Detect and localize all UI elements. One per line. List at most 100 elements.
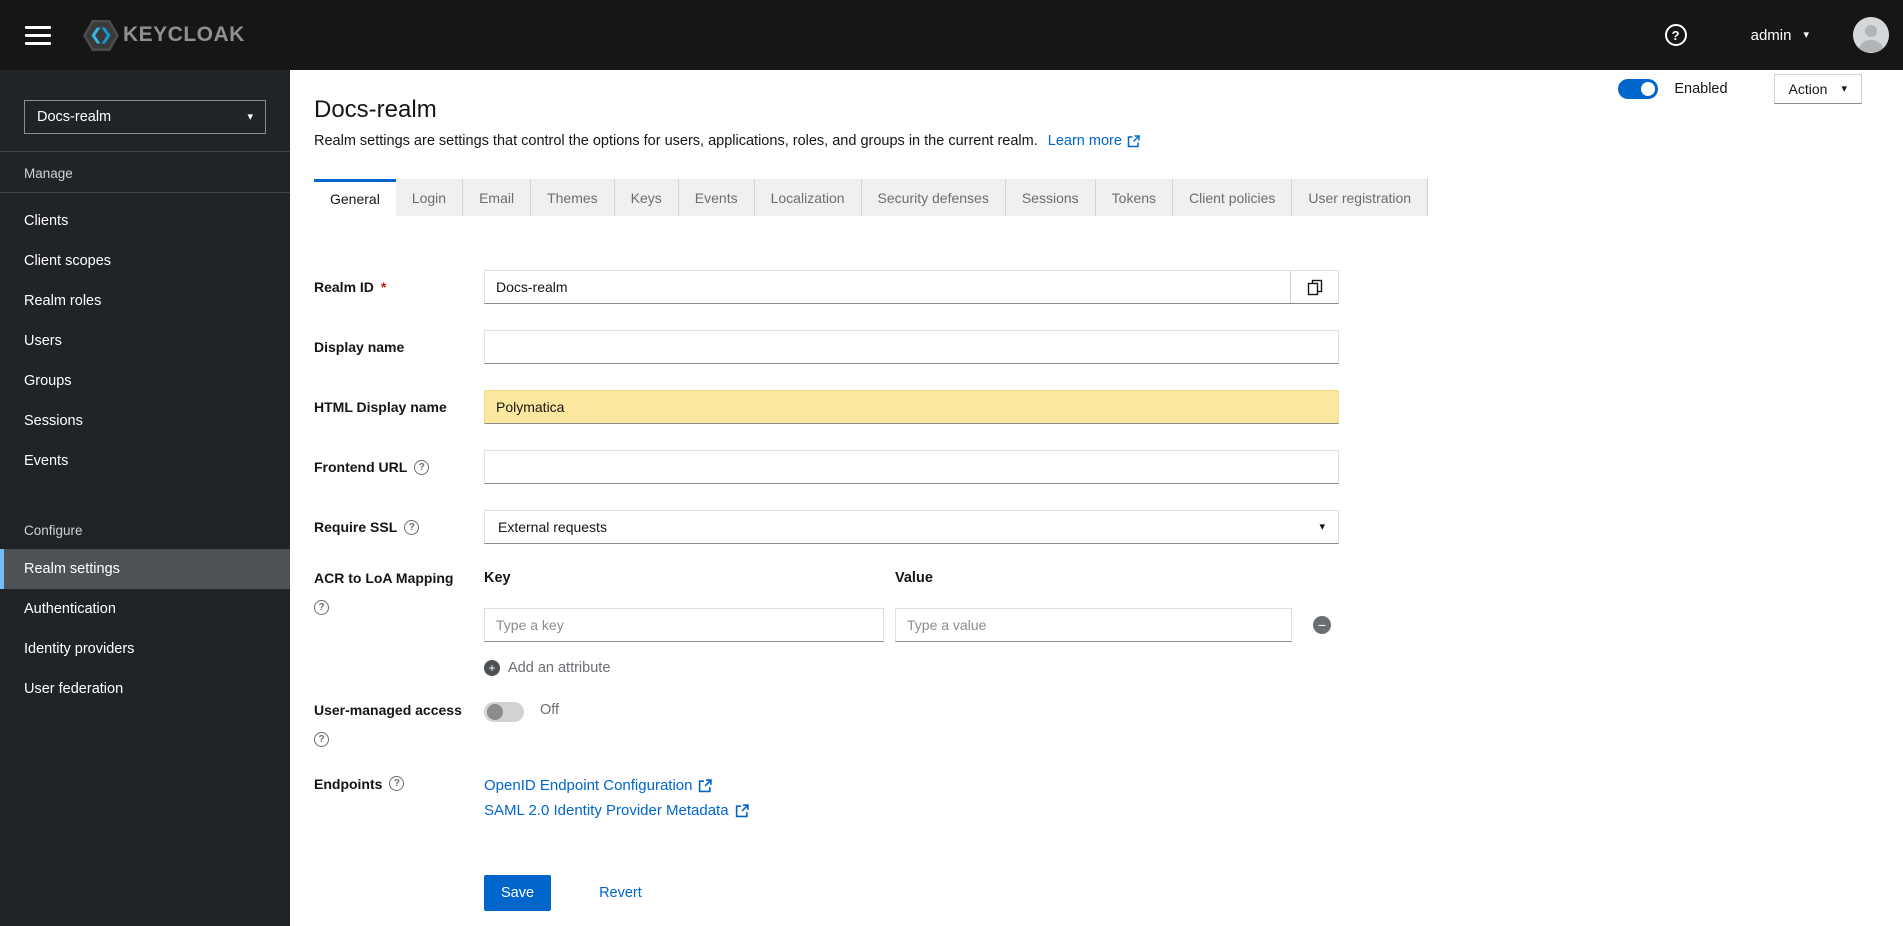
- display-name-label: Display name: [314, 339, 484, 355]
- require-ssl-label-text: Require SSL: [314, 519, 398, 535]
- nav-group-title-manage: Manage: [0, 152, 290, 193]
- required-asterisk: *: [380, 279, 387, 295]
- external-link-icon: [735, 803, 749, 818]
- require-ssl-selected-value: External requests: [498, 519, 607, 535]
- tab-themes[interactable]: Themes: [531, 179, 615, 216]
- copy-button[interactable]: [1290, 271, 1338, 303]
- help-icon[interactable]: ?: [314, 732, 329, 747]
- require-ssl-label: Require SSL ?: [314, 519, 484, 535]
- nav-group-manage: Manage Clients Client scopes Realm roles…: [0, 152, 290, 481]
- saml-link-label: SAML 2.0 Identity Provider Metadata: [484, 802, 729, 819]
- tab-localization[interactable]: Localization: [754, 179, 862, 216]
- key-column-header: Key: [484, 570, 511, 586]
- endpoints-label-text: Endpoints: [314, 776, 383, 792]
- nav-toggle-hamburger-icon[interactable]: [25, 25, 51, 45]
- tab-email[interactable]: Email: [463, 179, 532, 216]
- page-description: Realm settings are settings that control…: [314, 133, 1903, 149]
- html-display-name-label: HTML Display name: [314, 399, 484, 415]
- realm-id-row: Realm ID *: [314, 270, 1903, 304]
- tab-security-defenses[interactable]: Security defenses: [861, 179, 1006, 216]
- tab-bar: General Login Email Themes Keys Events L…: [314, 179, 1903, 216]
- revert-button[interactable]: Revert: [599, 885, 642, 901]
- nav-group-configure: Configure Realm settings Authentication …: [0, 509, 290, 709]
- html-display-name-input[interactable]: [484, 390, 1339, 424]
- sidebar-item-authentication[interactable]: Authentication: [0, 589, 290, 629]
- html-display-name-row: HTML Display name: [314, 390, 1903, 424]
- sidebar-item-user-federation[interactable]: User federation: [0, 669, 290, 709]
- description-text: Realm settings are settings that control…: [314, 133, 1038, 149]
- realm-id-label: Realm ID *: [314, 279, 484, 295]
- current-realm: Docs-realm: [37, 109, 112, 125]
- keycloak-logo-icon: [83, 19, 119, 51]
- caret-down-icon: ▾: [247, 110, 253, 123]
- user-menu-button[interactable]: admin ▾: [1745, 26, 1815, 45]
- caret-down-icon: ▾: [1803, 28, 1809, 41]
- toggle-state-label: Off: [540, 702, 560, 718]
- form-actions: Save Revert: [484, 875, 1903, 911]
- top-bar: KEYCLOAK ? admin ▾: [0, 0, 1903, 70]
- learn-more-label: Learn more: [1047, 133, 1122, 149]
- brand-name: KEYCLOAK: [123, 23, 245, 46]
- external-link-icon: [698, 778, 713, 793]
- require-ssl-row: Require SSL ? External requests ▾: [314, 510, 1903, 544]
- help-icon[interactable]: ?: [314, 600, 329, 615]
- help-icon[interactable]: ?: [404, 519, 420, 535]
- sidebar-item-groups[interactable]: Groups: [0, 361, 290, 401]
- user-managed-access-toggle[interactable]: [484, 702, 524, 722]
- add-attribute-label: Add an attribute: [508, 660, 611, 676]
- remove-attribute-button[interactable]: −: [1313, 616, 1331, 634]
- save-button[interactable]: Save: [484, 875, 552, 911]
- general-settings-form: Realm ID * Display name: [290, 216, 1903, 911]
- realm-id-input-group: [484, 270, 1339, 304]
- tab-tokens[interactable]: Tokens: [1095, 179, 1174, 216]
- realm-selector-dropdown[interactable]: Docs-realm ▾: [24, 100, 266, 134]
- action-dropdown-button[interactable]: Action ▾: [1773, 74, 1862, 104]
- openid-endpoint-configuration-link[interactable]: OpenID Endpoint Configuration: [484, 773, 749, 798]
- sidebar-item-realm-roles[interactable]: Realm roles: [0, 281, 290, 321]
- sidebar-item-realm-settings[interactable]: Realm settings: [0, 549, 290, 589]
- caret-down-icon: ▾: [1841, 82, 1847, 95]
- external-link-icon: [1127, 134, 1140, 148]
- sidebar-item-clients[interactable]: Clients: [0, 201, 290, 241]
- keycloak-logo: KEYCLOAK: [83, 19, 245, 51]
- acr-loa-mapping-row: ACR to LoA Mapping ? Key Value −: [314, 570, 1903, 676]
- tab-general[interactable]: General: [314, 179, 396, 216]
- key-input[interactable]: [484, 608, 884, 642]
- display-name-input[interactable]: [484, 330, 1339, 364]
- nav-group-title-configure: Configure: [24, 523, 83, 538]
- user-managed-access-label-text: User-managed access: [314, 702, 462, 718]
- tab-keys[interactable]: Keys: [614, 179, 679, 216]
- tab-client-policies[interactable]: Client policies: [1173, 179, 1293, 216]
- tab-user-registration[interactable]: User registration: [1292, 179, 1429, 216]
- realm-enabled-toggle[interactable]: [1618, 79, 1659, 99]
- sidebar-item-sessions[interactable]: Sessions: [0, 401, 290, 441]
- help-button[interactable]: ?: [1664, 24, 1687, 46]
- sidebar-item-events[interactable]: Events: [0, 441, 290, 481]
- saml-metadata-link[interactable]: SAML 2.0 Identity Provider Metadata: [484, 798, 749, 823]
- frontend-url-input[interactable]: [484, 450, 1339, 484]
- avatar[interactable]: [1853, 17, 1889, 53]
- learn-more-link[interactable]: Learn more: [1048, 133, 1140, 149]
- sidebar-item-client-scopes[interactable]: Client scopes: [0, 241, 290, 281]
- tab-sessions[interactable]: Sessions: [1005, 179, 1096, 216]
- tab-login[interactable]: Login: [395, 179, 464, 216]
- help-icon[interactable]: ?: [389, 776, 405, 791]
- sidebar-item-users[interactable]: Users: [0, 321, 290, 361]
- display-name-row: Display name: [314, 330, 1903, 364]
- realm-id-label-text: Realm ID: [314, 279, 374, 295]
- frontend-url-label-text: Frontend URL: [314, 459, 408, 475]
- add-attribute-button[interactable]: + Add an attribute: [484, 660, 610, 676]
- html-display-name-label-text: HTML Display name: [314, 399, 447, 415]
- help-icon[interactable]: ?: [414, 459, 430, 475]
- realm-id-input[interactable]: [485, 271, 1290, 303]
- caret-down-icon: ▾: [1319, 520, 1325, 533]
- key-value-editor: Key Value − + Add an attribute: [484, 570, 1331, 676]
- display-name-label-text: Display name: [314, 339, 405, 355]
- sidebar: Docs-realm ▾ Manage Clients Client scope…: [0, 70, 290, 926]
- acr-loa-mapping-label-text: ACR to LoA Mapping: [314, 570, 454, 586]
- value-input[interactable]: [895, 608, 1292, 642]
- sidebar-item-identity-providers[interactable]: Identity providers: [0, 629, 290, 669]
- username: admin: [1750, 26, 1792, 44]
- tab-events[interactable]: Events: [678, 179, 755, 216]
- require-ssl-select[interactable]: External requests ▾: [484, 510, 1339, 544]
